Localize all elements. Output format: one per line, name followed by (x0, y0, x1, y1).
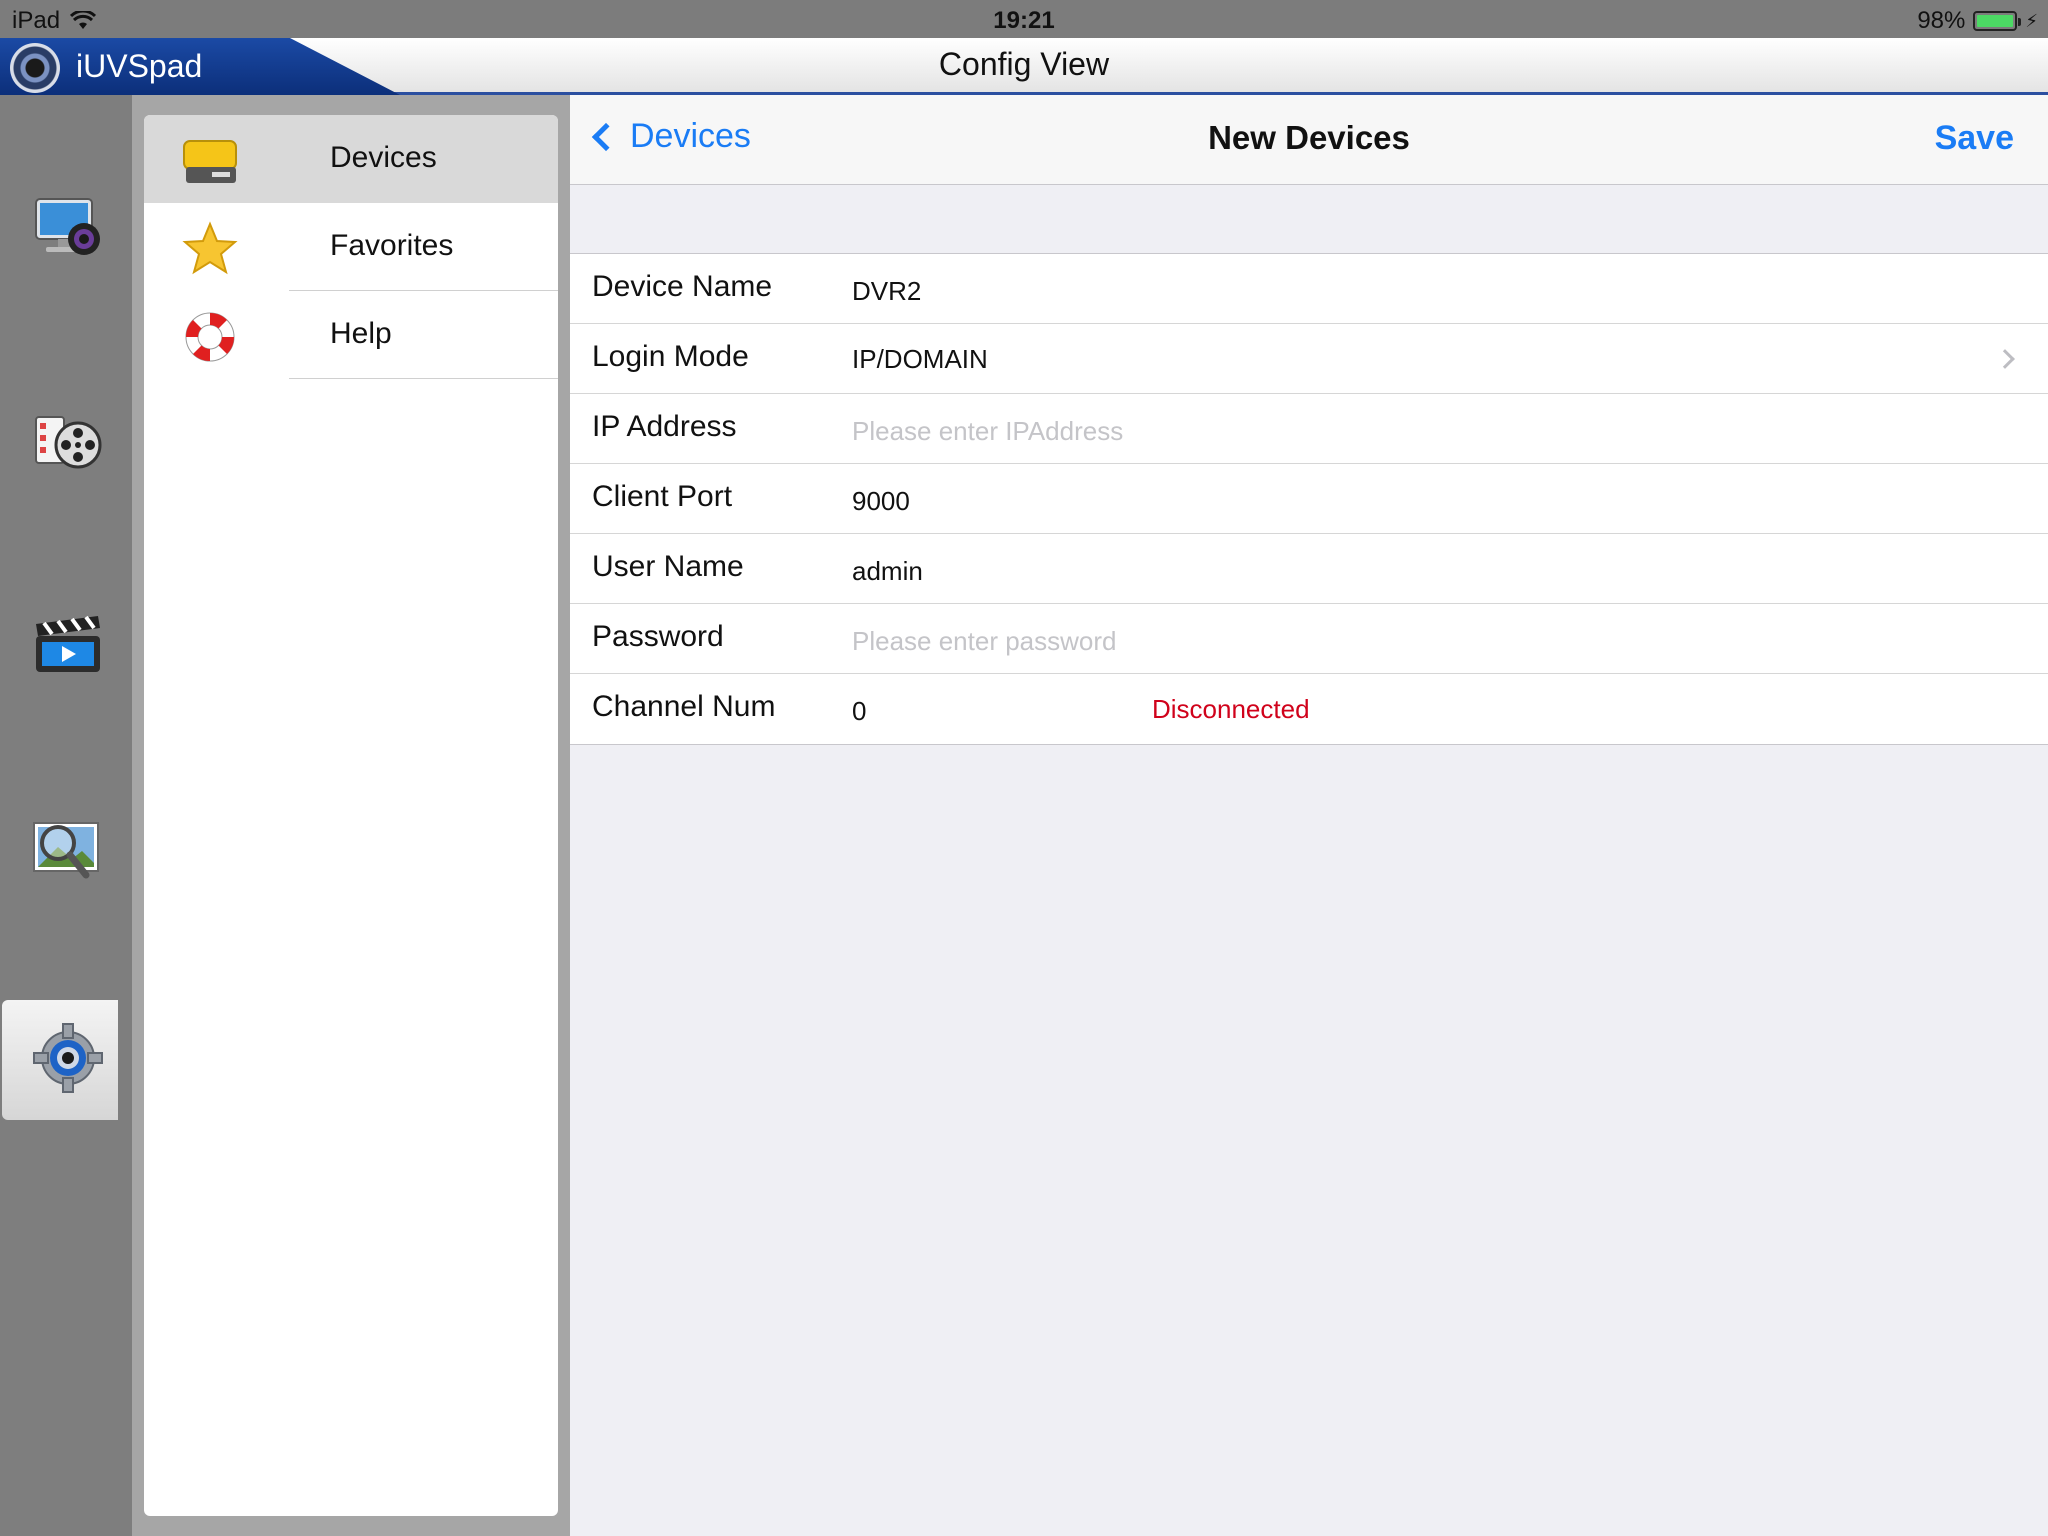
user-name-label: User Name (592, 550, 744, 583)
channel-num-field[interactable] (852, 694, 1052, 728)
chevron-right-icon (1995, 349, 2015, 369)
star-icon (182, 221, 238, 275)
form-row-user-name: User Name (570, 534, 2048, 604)
dock-item-settings[interactable] (2, 1000, 118, 1120)
ip-address-field[interactable] (852, 414, 1952, 448)
charging-icon: ⚡ (2025, 10, 2038, 31)
sidebar-menu: Devices Favorites Help (144, 115, 558, 1516)
client-port-label: Client Port (592, 480, 733, 513)
sidebar-item-devices[interactable]: Devices (144, 115, 558, 203)
main-panel: Devices New Devices Save Device Name Log… (570, 95, 2048, 1536)
hard-drive-icon (183, 140, 237, 183)
dock (0, 95, 132, 1536)
sidebar-item-label: Favorites (330, 229, 454, 262)
form-row-login-mode[interactable]: Login Mode IP/DOMAIN (570, 324, 2048, 394)
gear-icon (33, 1023, 103, 1093)
clapperboard-icon (36, 615, 100, 672)
lifebuoy-icon (185, 312, 235, 362)
form-row-device-name: Device Name (570, 254, 2048, 324)
sidebar-item-favorites[interactable]: Favorites (144, 203, 558, 291)
device-form: Device Name Login Mode IP/DOMAIN IP Addr… (570, 253, 2048, 745)
ip-address-label: IP Address (592, 410, 737, 443)
form-row-ip-address: IP Address (570, 394, 2048, 464)
form-row-password: Password (570, 604, 2048, 674)
dock-item-live-view[interactable] (10, 175, 118, 295)
user-name-field[interactable] (852, 554, 1952, 588)
login-mode-label: Login Mode (592, 340, 749, 373)
page-title: Config View (938, 46, 1110, 82)
status-right: 98% ⚡ (1917, 7, 2038, 35)
status-bar: iPad 19:21 98% ⚡ (0, 0, 2048, 38)
nav-title: New Devices (1208, 119, 1410, 156)
connection-status: Disconnected (1152, 694, 1310, 724)
nav-bar: Devices New Devices Save (570, 95, 2048, 185)
device-name-label: Device Name (592, 270, 773, 303)
sidebar-item-help[interactable]: Help (144, 291, 558, 379)
login-mode-value: IP/DOMAIN (852, 344, 988, 374)
dock-item-playback[interactable] (10, 385, 118, 505)
device-name-field[interactable] (852, 274, 1952, 308)
save-button[interactable]: Save (1935, 119, 2014, 158)
title-bar: iUVSpad Config View (0, 38, 2048, 95)
sidebar-item-label: Devices (330, 141, 437, 174)
battery-percent: 98% (1917, 7, 1966, 34)
image-search-icon (33, 822, 99, 879)
monitor-camera-icon (35, 198, 100, 255)
client-port-field[interactable] (852, 484, 1952, 518)
form-row-channel-num: Channel Num Disconnected (570, 674, 2048, 744)
password-label: Password (592, 620, 724, 653)
film-reel-icon (35, 416, 102, 469)
form-row-client-port: Client Port (570, 464, 2048, 534)
clock: 19:21 (993, 7, 1055, 34)
password-field[interactable] (852, 624, 1952, 658)
sidebar: Devices Favorites Help (132, 95, 570, 1536)
dock-item-image-search[interactable] (10, 795, 118, 915)
battery-icon (1973, 11, 2022, 31)
channel-num-label: Channel Num (592, 690, 776, 723)
dock-item-local-video[interactable] (10, 590, 118, 710)
sidebar-item-label: Help (330, 317, 392, 350)
